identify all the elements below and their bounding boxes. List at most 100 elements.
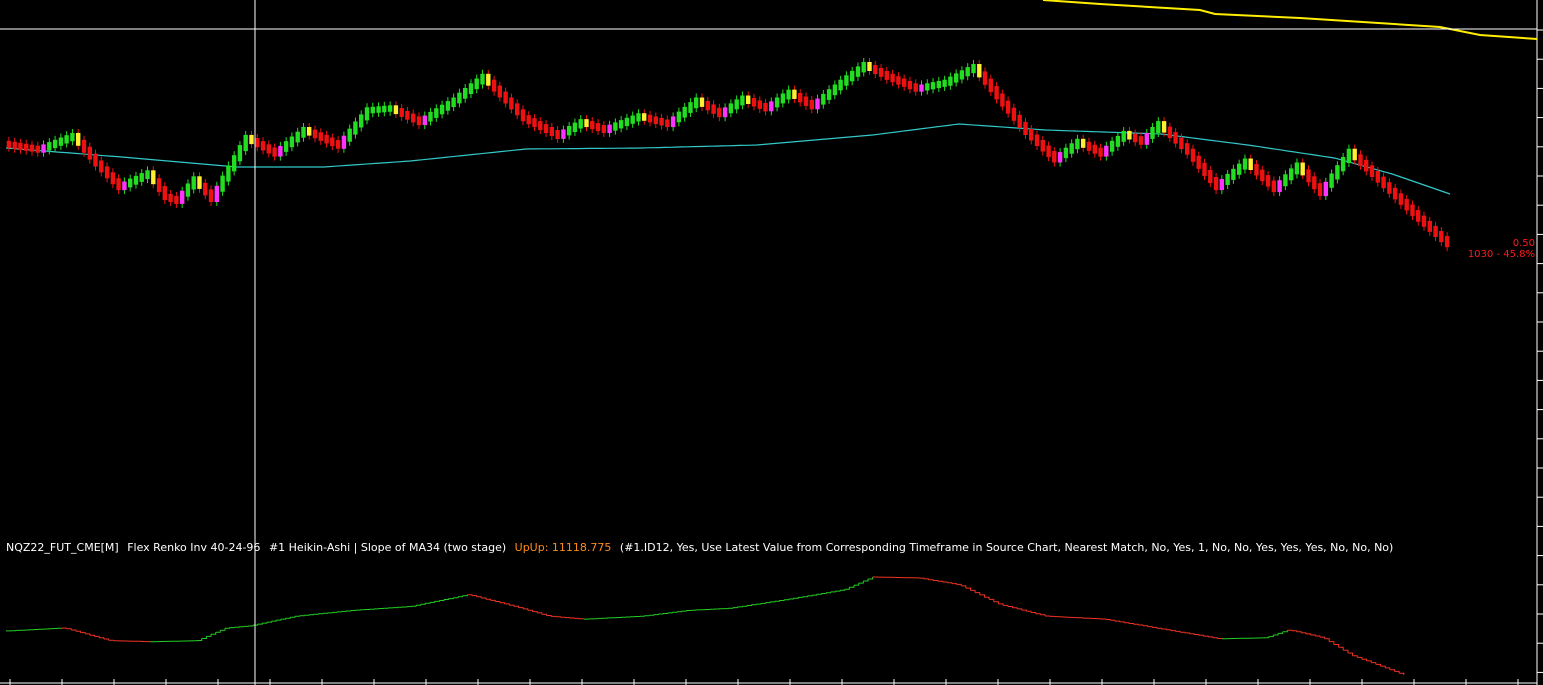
price-bar	[145, 170, 150, 180]
price-bar	[1416, 210, 1421, 222]
price-bar	[486, 73, 491, 86]
price-bar	[630, 115, 635, 124]
slope-segment	[313, 613, 319, 615]
price-bar	[1421, 215, 1427, 227]
price-bar	[1011, 107, 1017, 121]
price-bar	[364, 107, 370, 121]
price-bar	[1260, 169, 1265, 182]
price-bar	[1144, 132, 1149, 145]
price-bar	[1265, 175, 1271, 187]
price-bar	[156, 178, 162, 193]
price-bar	[451, 97, 456, 108]
price-bar	[954, 73, 959, 83]
price-bar	[70, 132, 75, 142]
chart-canvas[interactable]	[0, 0, 1543, 685]
price-bar	[515, 103, 520, 116]
price-bar	[798, 93, 803, 103]
price-bar	[1075, 138, 1080, 150]
price-bar	[1092, 144, 1097, 154]
price-bar	[1375, 171, 1380, 183]
price-bar	[266, 144, 271, 154]
price-bar	[133, 175, 139, 185]
study-name-label: #1 Heikin-Ashi | Slope of MA34 (two stag…	[268, 541, 507, 554]
price-bar	[1115, 135, 1121, 147]
price-bar	[1109, 140, 1115, 152]
price-bar	[387, 105, 393, 112]
price-bar	[607, 124, 612, 133]
slope-segment	[294, 615, 300, 617]
price-bar	[370, 106, 375, 114]
price-bar	[324, 134, 329, 144]
price-bar	[278, 145, 283, 157]
price-bar	[411, 113, 416, 123]
price-bar	[855, 66, 861, 77]
price-bar	[1381, 176, 1386, 189]
price-bar	[1369, 165, 1375, 177]
price-bar	[1364, 159, 1369, 172]
price-bar	[1439, 231, 1444, 243]
price-bar	[751, 98, 757, 107]
price-bar	[873, 65, 878, 74]
price-bar	[376, 106, 381, 113]
price-bar	[220, 175, 225, 192]
price-bar	[809, 99, 814, 110]
price-bar	[1427, 220, 1432, 232]
price-bar	[838, 79, 843, 91]
price-bar	[139, 173, 144, 182]
price-bar	[1017, 114, 1022, 128]
price-readout: 0.50 1030 - 45.8%	[1468, 238, 1535, 260]
price-bar	[815, 98, 820, 110]
price-bar	[1208, 170, 1213, 184]
slope-segment	[308, 614, 314, 616]
price-bar	[24, 143, 29, 151]
price-bar	[1185, 143, 1190, 155]
price-bar	[491, 79, 497, 92]
price-bar	[878, 67, 884, 77]
price-bar	[653, 116, 658, 124]
price-bar	[665, 119, 670, 128]
price-bar	[769, 101, 774, 112]
price-bar	[1346, 148, 1352, 163]
price-bar	[1323, 181, 1328, 197]
price-bar	[1335, 165, 1340, 180]
price-bar	[151, 170, 156, 185]
price-bar	[180, 190, 185, 204]
price-bar	[1173, 132, 1178, 144]
price-bar	[405, 110, 410, 120]
price-bar	[896, 76, 901, 85]
price-bar	[128, 178, 133, 188]
price-bar	[792, 89, 797, 99]
price-bar	[1231, 168, 1236, 180]
symbol-label: NQZ22_FUT_CME[M]	[6, 541, 119, 554]
price-bar	[826, 89, 832, 100]
price-bar	[1133, 133, 1138, 143]
price-bar	[359, 114, 364, 128]
price-bar	[595, 123, 601, 132]
price-bar	[601, 125, 606, 133]
price-bar	[821, 93, 826, 105]
price-bar	[41, 144, 46, 153]
slope-segment	[1100, 618, 1107, 620]
price-bar	[850, 70, 855, 82]
price-bar	[1167, 126, 1173, 139]
price-bar	[1358, 154, 1363, 166]
upup-value-label: UpUp: 11118.775	[514, 541, 612, 554]
slope-segment	[346, 610, 352, 612]
price-bar	[12, 141, 17, 149]
price-bar	[260, 141, 266, 151]
price-bar	[913, 83, 918, 92]
price-bar	[1138, 136, 1144, 145]
price-bar	[35, 145, 40, 153]
price-bar	[532, 118, 537, 128]
price-bar	[93, 153, 98, 167]
price-bar	[1352, 148, 1357, 161]
price-bar	[902, 78, 907, 87]
price-bar	[832, 84, 838, 96]
price-bar	[307, 127, 312, 136]
price-bar	[774, 97, 780, 108]
price-bar	[549, 127, 554, 136]
price-bar	[1254, 164, 1259, 176]
price-bar	[1121, 130, 1126, 142]
price-bar	[237, 145, 243, 162]
price-bar	[208, 189, 214, 202]
